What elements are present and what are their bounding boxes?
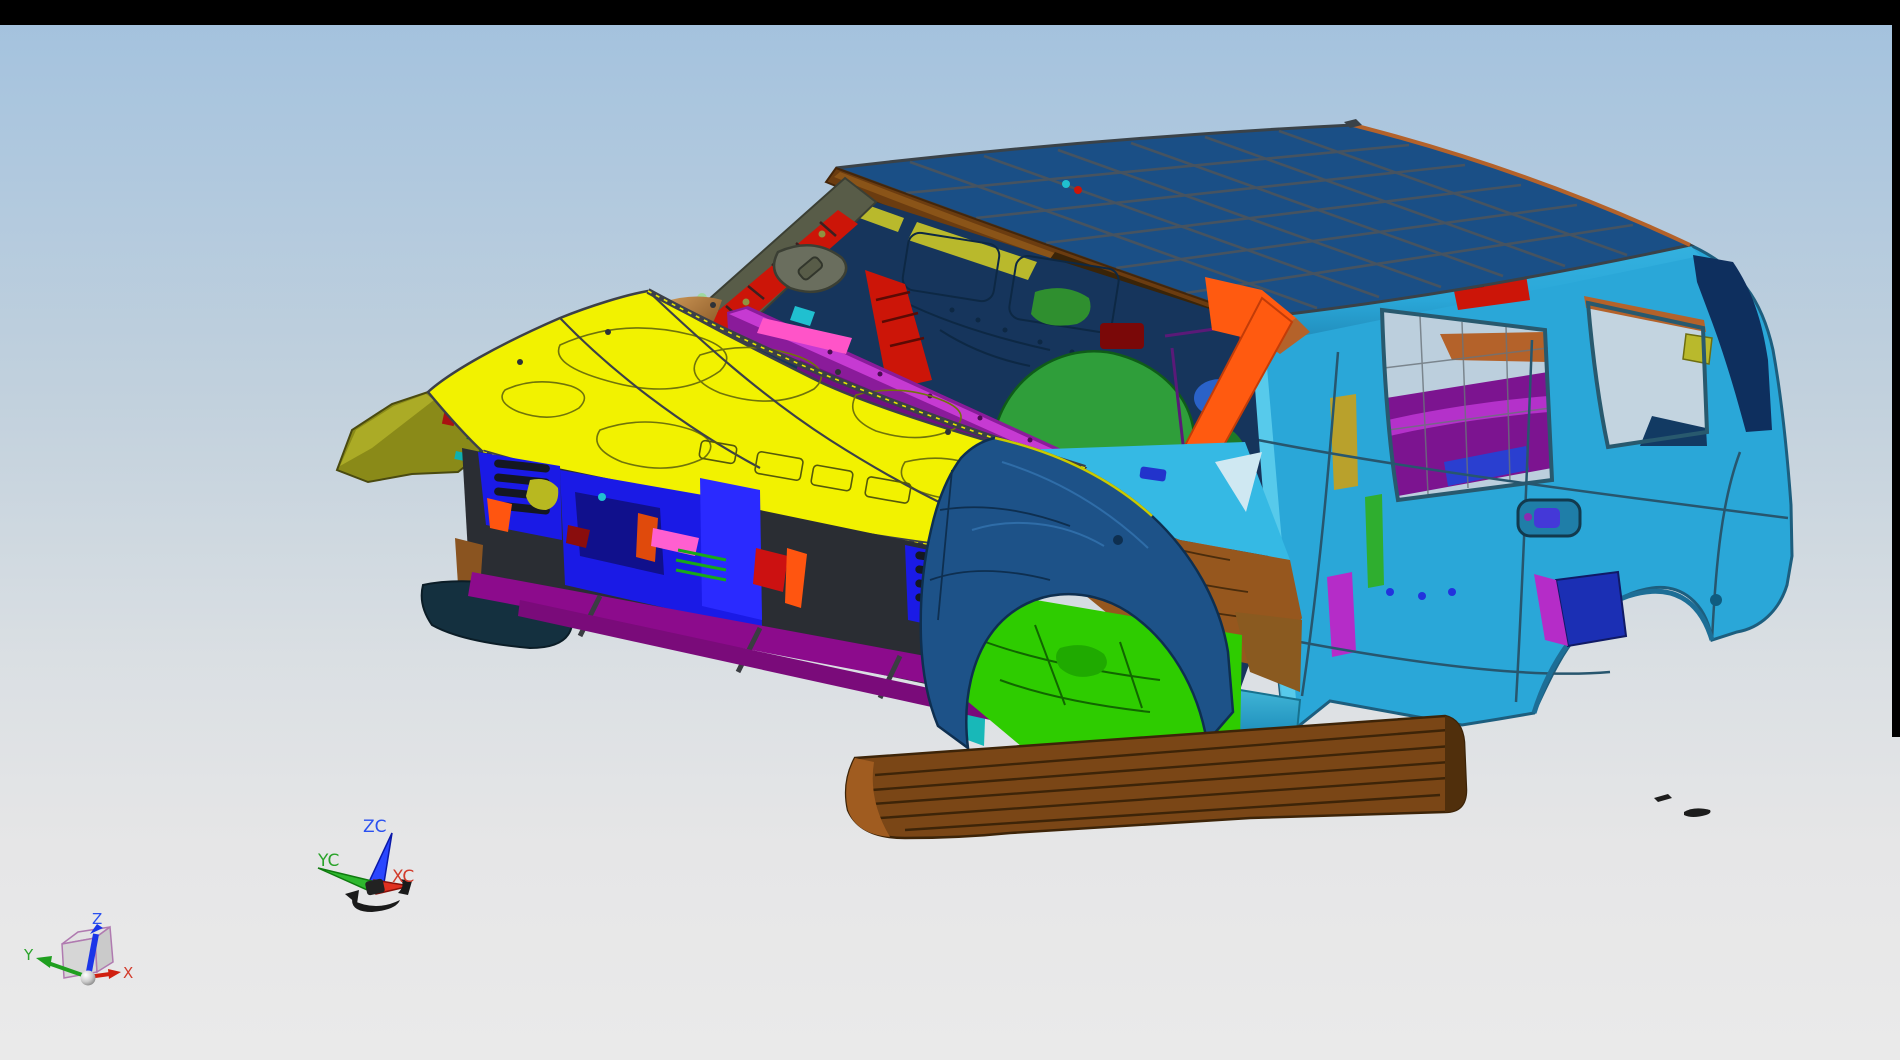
radiator-bright-bar [700,478,762,620]
quarter-bracket-olive [1683,334,1712,364]
wcs-triad[interactable]: ZC YC XC [317,817,414,912]
interior-green-patch [1031,288,1091,325]
b-pillar-magenta-sliver[interactable] [1327,572,1356,657]
wcs-y-arrow[interactable] [318,868,374,893]
cad-viewport[interactable]: ZC YC XC Z Y X [0,0,1900,1060]
wcs-x-label: XC [392,867,414,887]
door-handle[interactable] [1518,500,1580,536]
roof-teal-bit [1062,180,1070,188]
interior-red-box [1100,323,1144,349]
view-y-arrowhead [36,956,52,968]
grille-orange-wedge-left [487,498,512,532]
b-pillar-green-sliver[interactable] [1365,494,1384,588]
grille-cyan-dot [598,493,606,501]
model-canvas[interactable]: ZC YC XC Z Y X [0,0,1900,1060]
wcs-rotate-arrowhead [345,890,359,904]
view-y-label: Y [23,946,34,964]
b-pillar-base-brown [1235,612,1302,692]
wcs-rotate-handle[interactable] [352,900,400,912]
right-edge-strip [1892,25,1900,737]
fender-hole [1113,535,1123,545]
view-x-label: X [123,964,133,982]
wcs-y-label: YC [317,851,339,871]
roof-red-bit [1074,186,1082,194]
debris-specks[interactable] [1654,794,1711,817]
view-origin-sphere[interactable] [81,971,96,986]
quarter-drain-hole [1710,594,1722,606]
view-x-arrowhead [108,969,121,979]
view-triad[interactable]: Z Y X [23,910,133,986]
board-rear-cap [1445,716,1466,812]
view-z-label: Z [92,910,102,928]
rear-wheelhouse-blue-box[interactable] [1556,572,1626,646]
wcs-z-label: ZC [363,817,387,837]
